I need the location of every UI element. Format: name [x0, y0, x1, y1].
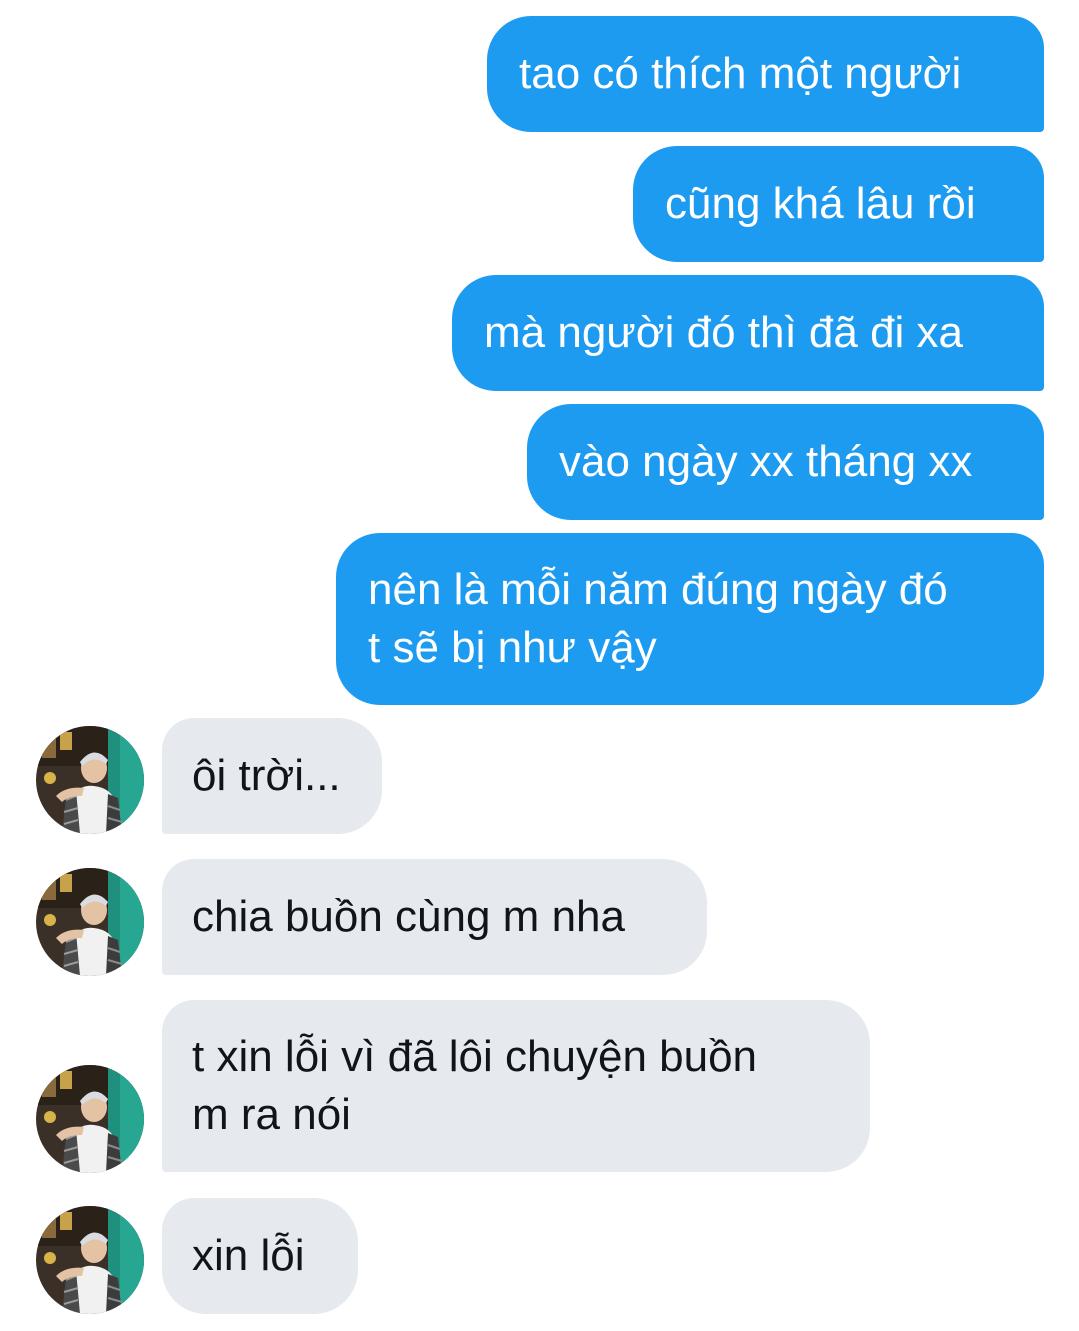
message-text: mà người đó thì đã đi xa	[484, 308, 964, 357]
sent-message[interactable]: tao có thích một người	[487, 16, 1044, 132]
sent-message[interactable]: mà người đó thì đã đi xa	[452, 275, 1044, 391]
message-text: xin lỗi	[192, 1231, 305, 1280]
contact-avatar[interactable]	[36, 1065, 144, 1173]
message-text: cũng khá lâu rồi	[665, 179, 976, 228]
avatar-photo-icon	[36, 868, 144, 976]
received-message[interactable]: ôi trời...	[162, 718, 382, 834]
message-text: chia buồn cùng m nha	[192, 892, 625, 941]
message-text: ôi trời...	[192, 751, 341, 800]
contact-avatar[interactable]	[36, 868, 144, 976]
received-message[interactable]: chia buồn cùng m nha	[162, 859, 707, 975]
received-message[interactable]: t xin lỗi vì đã lôi chuyện buồn m ra nói	[162, 1000, 870, 1172]
sent-message[interactable]: nên là mỗi năm đúng ngày đó t sẽ bị như …	[336, 533, 1044, 705]
message-text: t xin lỗi vì đã lôi chuyện buồn m ra nói	[192, 1032, 758, 1139]
message-text: vào ngày xx tháng xx	[559, 437, 973, 486]
sent-message[interactable]: cũng khá lâu rồi	[633, 146, 1044, 262]
contact-avatar[interactable]	[36, 726, 144, 834]
sent-message[interactable]: vào ngày xx tháng xx	[527, 404, 1044, 520]
avatar-photo-icon	[36, 726, 144, 834]
avatar-photo-icon	[36, 1206, 144, 1314]
avatar-photo-icon	[36, 1065, 144, 1173]
message-text: nên là mỗi năm đúng ngày đó t sẽ bị như …	[368, 565, 948, 672]
contact-avatar[interactable]	[36, 1206, 144, 1314]
message-text: tao có thích một người	[519, 49, 962, 98]
received-message[interactable]: xin lỗi	[162, 1198, 358, 1314]
